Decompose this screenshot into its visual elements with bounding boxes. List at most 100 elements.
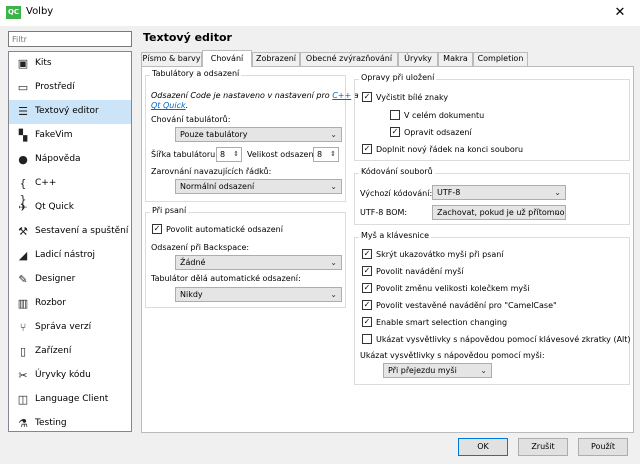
sidebar-item-designer[interactable]: ✎ Designer (9, 268, 131, 292)
behavior-tab-panel: Tabulátory a odsazení Odsazení Code je n… (141, 66, 634, 433)
desktop-icon: ▭ (17, 81, 29, 94)
sidebar-item-label: C++ (35, 178, 57, 188)
tab-font-colors[interactable]: Písmo & barvy (141, 52, 202, 66)
smart-selection-checkbox[interactable]: ✓ (362, 317, 372, 327)
sidebar-item-testing[interactable]: ⚗ Testing (9, 412, 131, 436)
mouse-navigation-checkbox[interactable]: ✓ (362, 266, 372, 276)
sidebar-item-label: Správa verzí (35, 322, 92, 332)
add-final-newline-checkbox[interactable]: ✓ (362, 144, 372, 154)
ok-button[interactable]: OK (458, 438, 508, 456)
continuation-align-combo[interactable]: Normální odsazení ⌄ (175, 179, 342, 194)
tab-policy-combo[interactable]: Pouze tabulátory ⌄ (175, 127, 342, 142)
sidebar-item-label: FakeVim (35, 130, 73, 140)
camelcase-navigation-label: Povolit vestavěné navádění pro "CamelCas… (376, 301, 557, 310)
sidebar-item-debugger[interactable]: ◢ Ladicí nástroj (9, 244, 131, 268)
tab-size-spinbox[interactable]: 8 ⇕ (216, 147, 242, 162)
sidebar-item-devices[interactable]: ▯ Zařízení (9, 340, 131, 364)
apply-button[interactable]: Použít (578, 438, 628, 456)
cancel-button[interactable]: Zrušit (518, 438, 568, 456)
tab-auto-indent-combo[interactable]: Nikdy ⌄ (175, 287, 342, 302)
sidebar-item-snippets[interactable]: ✂ Úryvky kódu (9, 364, 131, 388)
device-icon: ▯ (19, 345, 27, 358)
camelcase-navigation-checkbox[interactable]: ✓ (362, 300, 372, 310)
utf8-bom-combo[interactable]: Zachovat, pokud je už přítomno ⌄ (432, 205, 566, 220)
chevron-down-icon: ⌄ (330, 130, 337, 139)
clean-indentation-label: Opravit odsazení (404, 128, 472, 137)
scroll-wheel-zoom-checkbox[interactable]: ✓ (362, 283, 372, 293)
sidebar-item-analyzer[interactable]: ▥ Rozbor (9, 292, 131, 316)
braces-icon: { } (19, 177, 27, 206)
group-title: Myš a klávesnice (359, 231, 431, 240)
version-control-icon: ⑂ (19, 321, 27, 334)
designer-icon: ✎ (18, 273, 28, 286)
tab-macros[interactable]: Makra (438, 52, 473, 66)
group-title: Při psaní (150, 206, 189, 215)
tooltip-keyboard-label: Ukázat vysvětlivky s nápovědou pomocí kl… (376, 335, 631, 344)
sidebar-item-environment[interactable]: ▭ Prostředí (9, 76, 131, 100)
sidebar-item-label: Úryvky kódu (35, 370, 91, 380)
sidebar-item-language-client[interactable]: ◫ Language Client (9, 388, 131, 412)
testing-icon: ⚗ (18, 417, 28, 430)
tab-display[interactable]: Zobrazení (252, 52, 300, 66)
indent-size-spinbox[interactable]: 8 ⇕ (313, 147, 339, 162)
qtquick-icon: ✈ (18, 201, 28, 214)
auto-indent-label: Povolit automatické odsazení (166, 225, 283, 234)
sidebar-item-build-run[interactable]: ⚒ Sestavení a spuštění (9, 220, 131, 244)
chevron-down-icon: ⌄ (330, 290, 337, 299)
sidebar-item-version-control[interactable]: ⑂ Správa verzí (9, 316, 131, 340)
sidebar-item-help[interactable]: ● Nápověda (9, 148, 131, 172)
clean-whitespace-label: Vyčistit bílé znaky (376, 93, 449, 102)
default-encoding-combo[interactable]: UTF-8 ⌄ (432, 185, 566, 200)
chevron-down-icon: ⌄ (480, 366, 487, 375)
tab-completion[interactable]: Completion (473, 52, 528, 66)
chevron-down-icon: ⌄ (330, 258, 337, 267)
cpp-settings-link[interactable]: C++ (332, 91, 351, 100)
qtquick-settings-link[interactable]: Qt Quick (151, 101, 186, 110)
continuation-align-label: Zarovnání navazujících řádků: (151, 167, 272, 176)
sidebar-item-label: Prostředí (35, 82, 75, 92)
entire-document-label: V celém dokumentu (404, 111, 485, 120)
close-window-button[interactable]: ✕ (609, 3, 631, 23)
sidebar-item-label: Kits (35, 58, 52, 68)
scroll-wheel-zoom-label: Povolit změnu velikosti kolečkem myši (376, 284, 530, 293)
tab-behavior[interactable]: Chování (202, 50, 252, 67)
help-icon: ● (18, 153, 28, 166)
analyzer-icon: ▥ (17, 297, 29, 310)
tab-snippets[interactable]: Úryvky (398, 52, 438, 66)
title-bar: QC Volby ✕ (0, 0, 640, 26)
clean-indentation-checkbox[interactable]: ✓ (390, 127, 400, 137)
filter-input[interactable] (8, 31, 132, 47)
entire-document-checkbox[interactable] (390, 110, 400, 120)
monitor-icon: ▣ (17, 57, 29, 70)
tab-generic-highlighter[interactable]: Obecné zvýrazňování (300, 52, 398, 66)
sidebar-item-label: Testing (35, 418, 67, 428)
sidebar-item-label: Textový editor (35, 106, 99, 116)
text-editor-icon: ☰ (18, 105, 28, 118)
mouse-navigation-label: Povolit navádění myší (376, 267, 464, 276)
sidebar-item-cpp[interactable]: { } C++ (9, 172, 131, 206)
sidebar-item-label: Ladicí nástroj (35, 250, 95, 260)
tab-auto-indent-label: Tabulátor dělá automatické odsazení: (151, 274, 301, 283)
group-title: Kódování souborů (359, 167, 435, 176)
tooltip-keyboard-checkbox[interactable] (362, 334, 372, 344)
clean-whitespace-checkbox[interactable]: ✓ (362, 92, 372, 102)
hide-mouse-checkbox[interactable]: ✓ (362, 249, 372, 259)
indent-note: Odsazení Code je nastaveno v nastavení p… (151, 91, 359, 100)
window-title: Volby (26, 6, 54, 17)
chevron-down-icon: ⌄ (554, 188, 561, 197)
sidebar-item-kits[interactable]: ▣ Kits (9, 52, 131, 76)
spin-arrows-icon: ⇕ (233, 150, 239, 158)
fakevim-icon: ▚ (18, 129, 28, 142)
language-client-icon: ◫ (17, 393, 29, 406)
tooltip-mouse-combo[interactable]: Při přejezdu myši ⌄ (383, 363, 492, 378)
sidebar-item-fakevim[interactable]: ▚ FakeVim (9, 124, 131, 148)
sidebar-item-qt-quick[interactable]: ✈ Qt Quick (9, 196, 131, 220)
default-encoding-label: Výchozí kódování: (360, 189, 433, 198)
auto-indent-checkbox[interactable]: ✓ (152, 224, 162, 234)
smart-selection-label: Enable smart selection changing (376, 318, 508, 327)
sidebar-item-text-editor[interactable]: ☰ Textový editor (9, 100, 131, 124)
backspace-indent-combo[interactable]: Žádné ⌄ (175, 255, 342, 270)
qtcreator-app-icon: QC (6, 6, 21, 19)
sidebar-item-label: Zařízení (35, 346, 72, 356)
chevron-down-icon: ⌄ (554, 208, 561, 217)
